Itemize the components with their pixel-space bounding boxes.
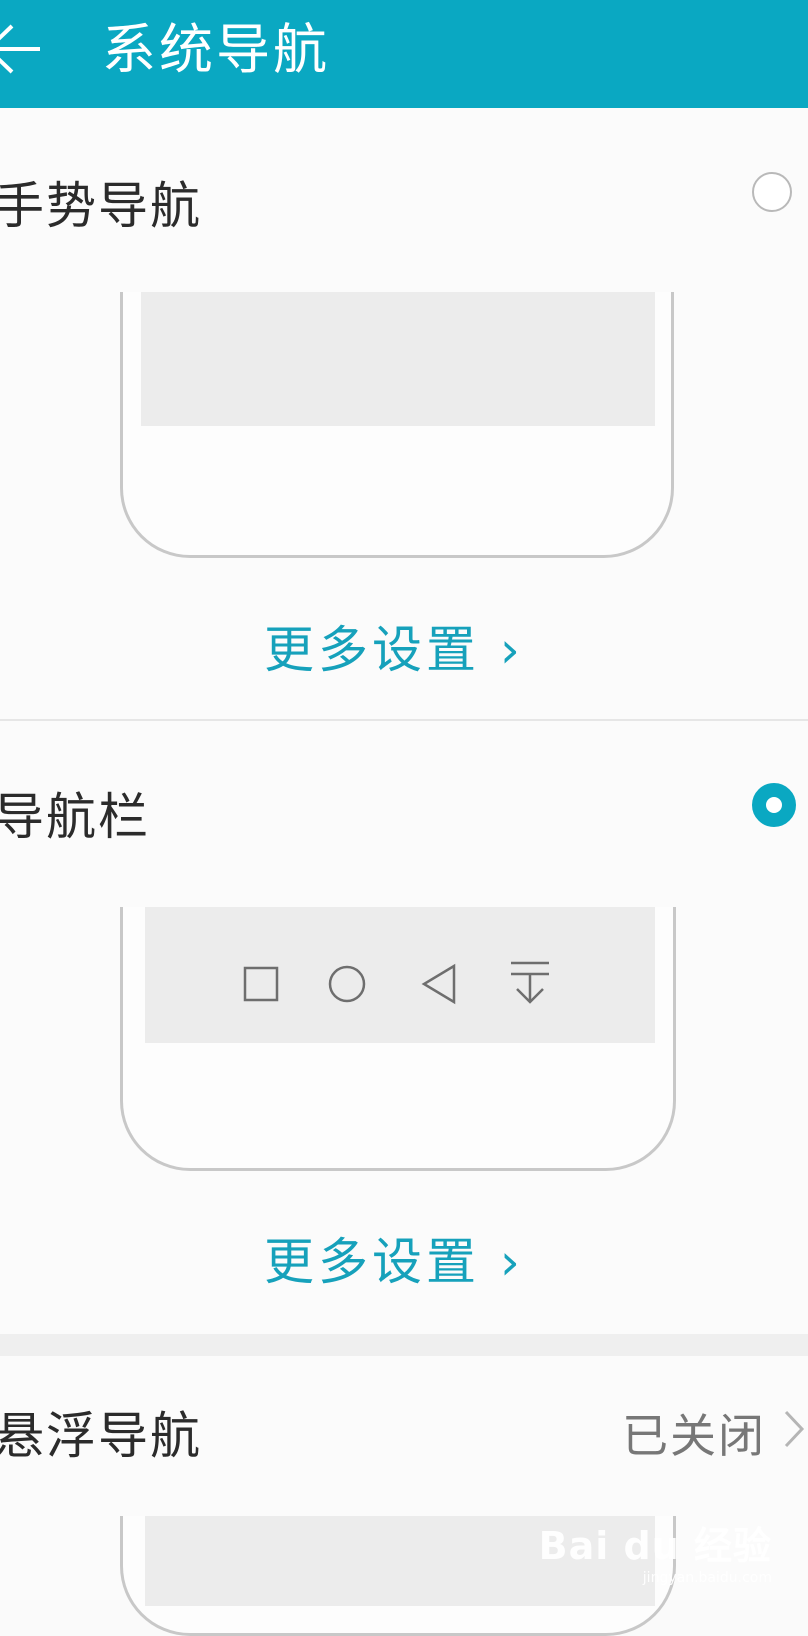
more-settings-link[interactable]: 更多设置 ›	[264, 1222, 524, 1294]
option-nav-bar[interactable]: 导航栏 更多设置 ›	[0, 721, 808, 1334]
option-label: 悬浮导航	[0, 1407, 202, 1465]
phone-preview	[120, 292, 674, 558]
app-bar: 系统导航	[0, 0, 808, 108]
phone-preview	[120, 907, 676, 1171]
watermark-logo: Bai du 经验	[538, 1524, 772, 1568]
baidu-jingyan-watermark: Bai du 经验 jingyan.baidu.com	[539, 1515, 772, 1586]
option-gesture-nav[interactable]: 手势导航 更多设置 ›	[0, 108, 808, 720]
radio-button-gesture-nav[interactable]	[752, 172, 792, 212]
preview-bar	[141, 292, 655, 426]
section-gap	[0, 1334, 808, 1356]
preview-nav-bar	[145, 907, 655, 1043]
triangle-back-icon	[421, 963, 456, 1005]
square-icon	[243, 966, 279, 1002]
chevron-right-icon	[784, 1410, 805, 1448]
page-title: 系统导航	[102, 18, 330, 81]
option-label: 导航栏	[0, 788, 150, 846]
hide-bar-icon	[511, 961, 549, 1004]
radio-button-nav-bar[interactable]	[752, 783, 796, 827]
floating-nav-status: 已关闭	[622, 1409, 766, 1463]
circle-icon	[328, 965, 366, 1003]
option-label: 手势导航	[0, 177, 202, 235]
arrow-left-icon[interactable]	[0, 14, 50, 84]
watermark-url: jingyan.baidu.com	[642, 1570, 772, 1586]
more-settings-link[interactable]: 更多设置 ›	[264, 610, 524, 682]
